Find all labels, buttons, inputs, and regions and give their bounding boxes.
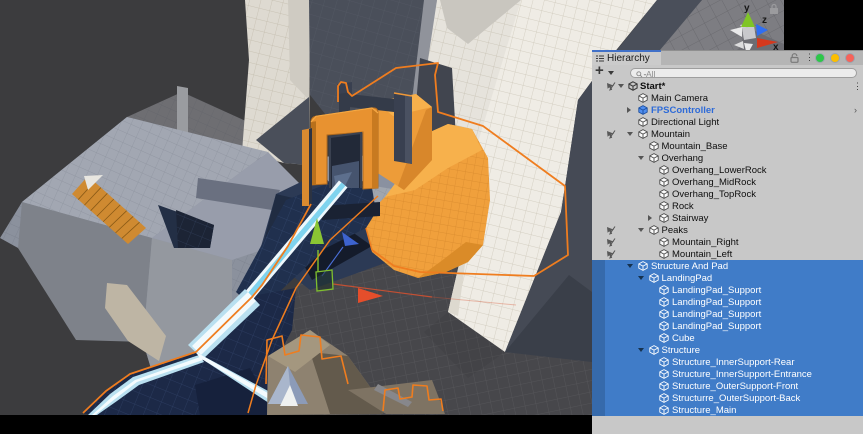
svg-text:z: z bbox=[762, 15, 767, 26]
svg-text:y: y bbox=[744, 3, 750, 14]
